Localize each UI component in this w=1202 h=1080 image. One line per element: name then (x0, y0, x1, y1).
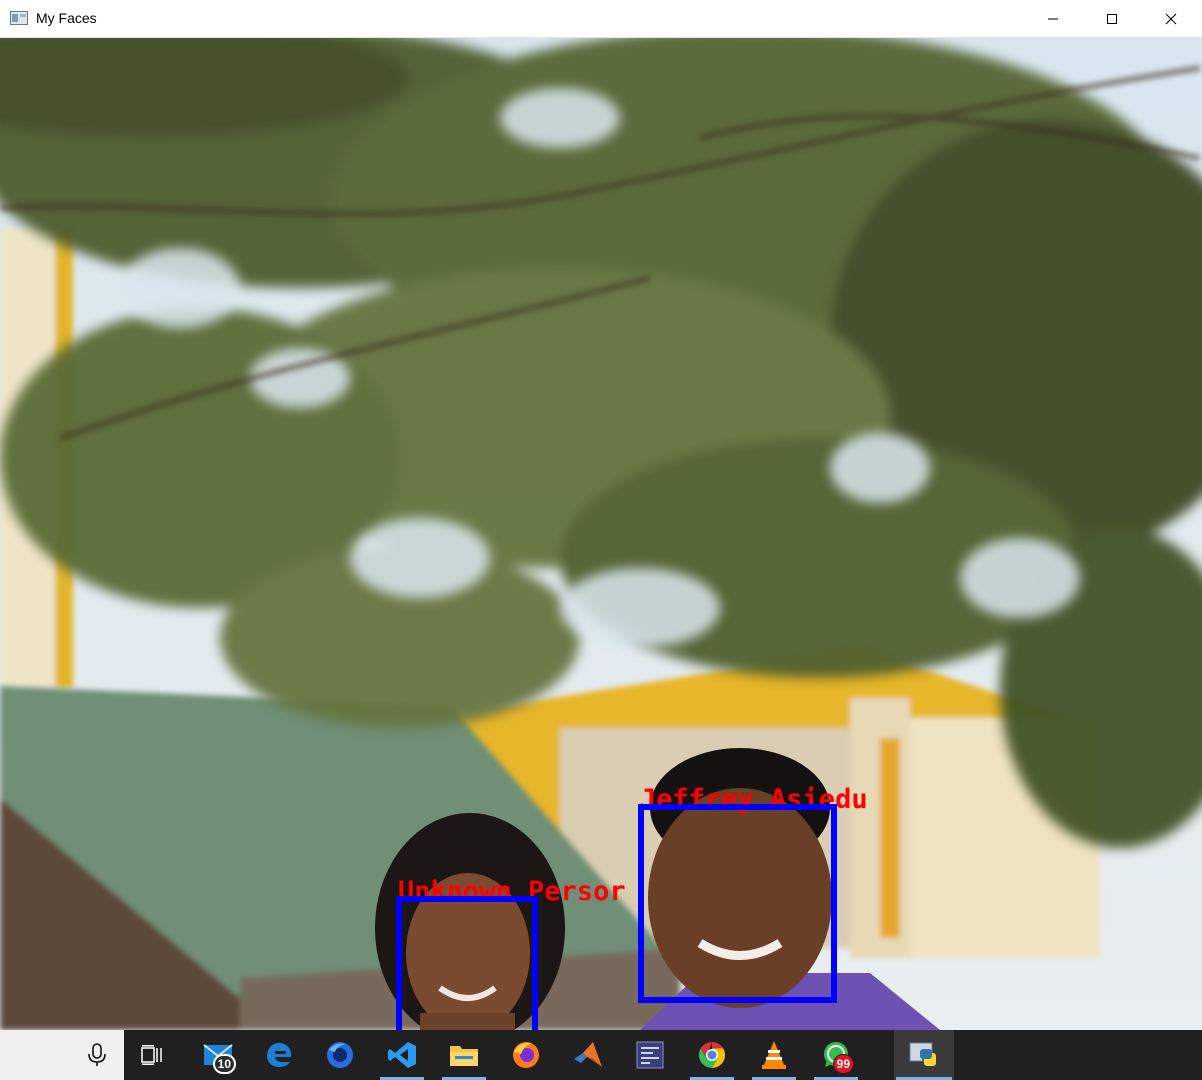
window-title: My Faces (36, 10, 97, 26)
mail-badge: 10 (212, 1054, 236, 1074)
maximize-button[interactable] (1083, 0, 1141, 38)
taskbar: 10 99 (0, 1030, 1202, 1080)
title-bar[interactable]: My Faces (0, 0, 1202, 38)
taskbar-firefox[interactable] (502, 1030, 550, 1080)
whatsapp-badge: 99 (832, 1054, 854, 1074)
taskbar-chrome[interactable] (688, 1030, 736, 1080)
microphone-icon[interactable] (86, 1043, 108, 1067)
matlab-icon (574, 1042, 602, 1067)
taskbar-mail[interactable]: 10 (194, 1030, 242, 1080)
minimize-button[interactable] (1024, 0, 1082, 38)
vlc-icon (762, 1041, 786, 1069)
app-grid-icon (636, 1041, 664, 1069)
taskbar-python[interactable] (894, 1030, 954, 1080)
taskbar-vscode[interactable] (378, 1030, 426, 1080)
face-recognition-canvas: Jeffrey Asiedu Unknown Persor (0, 38, 1202, 1030)
file-explorer-icon (450, 1046, 478, 1066)
taskbar-matlab[interactable] (564, 1030, 612, 1080)
task-view-button[interactable] (128, 1030, 176, 1080)
taskbar-edge[interactable] (255, 1030, 303, 1080)
vscode-icon (388, 1042, 416, 1068)
maximize-icon (1107, 14, 1117, 24)
face-box-2 (396, 896, 538, 1030)
close-icon (1165, 13, 1177, 25)
app-window: My Faces Jeffrey Asiedu Unknown Persor (0, 0, 1202, 1030)
face-box-1 (638, 804, 837, 1003)
app-window-icon (10, 11, 28, 25)
close-button[interactable] (1142, 0, 1200, 38)
firefox-blue-icon (327, 1042, 353, 1068)
edge-icon (267, 1043, 292, 1067)
task-view-icon (141, 1045, 162, 1065)
taskbar-firefox-developer[interactable] (316, 1030, 364, 1080)
chrome-icon (698, 1041, 726, 1069)
taskbar-app[interactable] (626, 1030, 674, 1080)
taskbar-whatsapp[interactable]: 99 (812, 1030, 860, 1080)
taskbar-vlc[interactable] (750, 1030, 798, 1080)
firefox-icon (513, 1042, 539, 1068)
taskbar-file-explorer[interactable] (440, 1030, 488, 1080)
python-icon (909, 1042, 936, 1066)
minimize-icon (1048, 18, 1058, 20)
search-area[interactable] (0, 1030, 124, 1080)
